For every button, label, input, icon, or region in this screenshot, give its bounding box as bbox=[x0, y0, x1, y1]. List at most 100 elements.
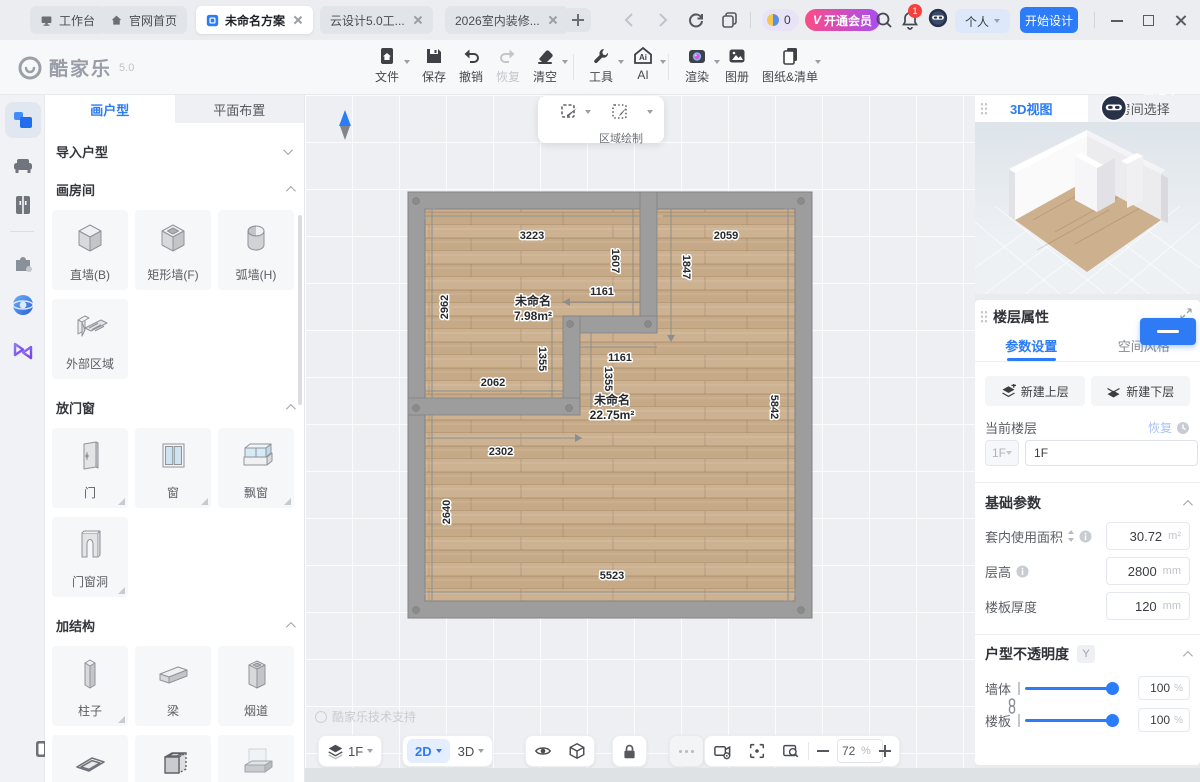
inner-area-input[interactable]: 30.72 m² bbox=[1106, 522, 1190, 550]
module-custom-cabinet[interactable] bbox=[5, 187, 41, 223]
scrollbar[interactable] bbox=[298, 215, 302, 405]
profile-menu[interactable]: 个人 bbox=[955, 9, 1010, 33]
section-import-floorplan[interactable]: 导入户型 bbox=[56, 142, 293, 161]
tools-menu[interactable]: 工具 bbox=[580, 46, 622, 85]
lock-button[interactable] bbox=[613, 736, 646, 766]
tab-3d-view[interactable]: 3D视图 bbox=[975, 95, 1088, 122]
minimize-button[interactable] bbox=[1108, 11, 1126, 29]
notifications-bell[interactable]: 1 bbox=[900, 10, 920, 30]
tool-outer-area[interactable]: 外部区域 bbox=[52, 299, 128, 379]
drag-handle[interactable] bbox=[980, 102, 988, 115]
coin-balance[interactable]: 0 bbox=[762, 9, 799, 31]
tool-bay-platform[interactable]: 飘窗台 bbox=[218, 735, 294, 782]
maximize-button[interactable] bbox=[1140, 11, 1158, 29]
walkthrough-settings-button[interactable] bbox=[705, 736, 740, 766]
tab-flat-layout[interactable]: 平面布置 bbox=[175, 95, 305, 123]
tool-straight-wall[interactable]: 直墙(B) bbox=[52, 210, 128, 290]
tool-column[interactable]: 柱子 bbox=[52, 646, 128, 726]
tab-official-home[interactable]: 官网首页 bbox=[100, 6, 187, 34]
nav-forward-icon[interactable] bbox=[652, 10, 672, 30]
tab-draw-floorplan[interactable]: 画户型 bbox=[45, 95, 175, 123]
redo-button[interactable]: 恢复 bbox=[487, 46, 529, 85]
tab-parameter-settings[interactable]: 参数设置 bbox=[975, 334, 1088, 361]
tool-door[interactable]: 门 bbox=[52, 428, 128, 508]
zoom-level-input[interactable] bbox=[837, 739, 883, 763]
wall-opacity-slider[interactable] bbox=[1025, 687, 1117, 690]
drag-handle[interactable] bbox=[980, 310, 988, 323]
close-window-button[interactable] bbox=[1172, 11, 1190, 29]
module-floorplan[interactable] bbox=[5, 102, 41, 138]
vip-upgrade-button[interactable]: V 开通会员 bbox=[805, 9, 880, 31]
tool-door-window-hole[interactable]: 门窗洞 bbox=[52, 517, 128, 597]
wall-opacity-input[interactable]: 100 % bbox=[1138, 676, 1190, 700]
tool-arc-wall[interactable]: 弧墙(H) bbox=[218, 210, 294, 290]
tab-2026-decoration[interactable]: 2026室内装修... bbox=[445, 6, 568, 34]
panel-collapse-button[interactable] bbox=[1140, 318, 1196, 345]
slab-thickness-input[interactable]: 120 mm bbox=[1106, 592, 1190, 620]
module-plugins[interactable] bbox=[5, 245, 41, 281]
reload-icon[interactable] bbox=[686, 10, 706, 30]
tab-cloud-design[interactable]: 云设计5.0工... bbox=[320, 6, 433, 34]
focus-view-button[interactable] bbox=[740, 736, 774, 766]
render-menu[interactable]: 渲染 bbox=[676, 46, 718, 85]
tab-workspace[interactable]: 工作台 bbox=[30, 6, 105, 34]
floor-height-input[interactable]: 2800 mm bbox=[1106, 557, 1190, 585]
tool-pipe-box[interactable]: 包管 bbox=[135, 735, 211, 782]
drawings-list-menu[interactable]: 图纸&清单 bbox=[757, 46, 823, 85]
assistant-avatar[interactable] bbox=[928, 8, 948, 28]
album-button[interactable]: 图册 bbox=[716, 46, 758, 85]
file-menu[interactable]: 文件 bbox=[366, 46, 408, 85]
tab-unnamed-plan[interactable]: 未命名方案 bbox=[196, 6, 313, 34]
clear-button[interactable]: 清空 bbox=[524, 46, 566, 85]
module-furnish[interactable] bbox=[5, 147, 41, 183]
mode-2d-button[interactable]: 2D bbox=[407, 739, 450, 763]
zoom-out-button[interactable] bbox=[816, 744, 830, 758]
opacity-header[interactable]: 户型不透明度 Y bbox=[985, 644, 1190, 664]
tool-rect-wall[interactable]: 矩形墙(F) bbox=[135, 210, 211, 290]
ai-menu[interactable]: Ai AI bbox=[622, 46, 664, 82]
object-view-button[interactable] bbox=[560, 736, 594, 766]
module-3d-app[interactable] bbox=[5, 287, 41, 323]
save-button[interactable]: 保存 bbox=[413, 46, 455, 85]
undo-button[interactable]: 撤销 bbox=[450, 46, 492, 85]
tool-flue[interactable]: 烟道 bbox=[218, 646, 294, 726]
floor-name-input[interactable] bbox=[1025, 440, 1198, 466]
region-draw-tool[interactable]: 区域绘制 bbox=[599, 102, 643, 146]
section-doors-windows[interactable]: 放门窗 bbox=[56, 398, 293, 417]
section-add-structure[interactable]: 加结构 bbox=[56, 616, 293, 635]
edit-tool[interactable] bbox=[559, 102, 581, 130]
tool-window[interactable]: 窗 bbox=[135, 428, 211, 508]
duplicate-icon[interactable] bbox=[720, 10, 740, 30]
module-purple-app[interactable] bbox=[5, 333, 41, 369]
close-icon[interactable] bbox=[548, 15, 558, 25]
tool-bay-window[interactable]: 飘窗 bbox=[218, 428, 294, 508]
visibility-button[interactable] bbox=[526, 736, 560, 766]
search-icon[interactable] bbox=[874, 10, 894, 30]
new-upper-floor-button[interactable]: 新建上层 bbox=[985, 376, 1085, 406]
basic-params-header[interactable]: 基础参数 bbox=[985, 493, 1190, 513]
zoom-in-button[interactable] bbox=[878, 744, 892, 758]
info-icon[interactable] bbox=[1079, 530, 1092, 543]
new-tab-button[interactable] bbox=[565, 8, 591, 32]
section-draw-room[interactable]: 画房间 bbox=[56, 180, 293, 199]
3d-preview[interactable] bbox=[975, 122, 1200, 294]
tool-beam[interactable]: 梁 bbox=[135, 646, 211, 726]
floor-dropdown[interactable]: 1F bbox=[985, 440, 1019, 466]
tool-opening[interactable]: 洞口 bbox=[52, 735, 128, 782]
sort-arrows-icon[interactable] bbox=[1067, 530, 1075, 542]
floor-plan[interactable]: 3223 2962 1607 1161 1355 2062 2059 1847 … bbox=[305, 95, 975, 782]
mode-3d-button[interactable]: 3D bbox=[450, 736, 493, 766]
slab-opacity-input[interactable]: 100 % bbox=[1138, 708, 1190, 732]
slider-handle[interactable] bbox=[1106, 714, 1119, 727]
more-tools[interactable] bbox=[669, 735, 704, 767]
zoom-region-button[interactable] bbox=[774, 736, 808, 766]
start-design-button[interactable]: 开始设计 bbox=[1020, 7, 1078, 33]
slider-handle[interactable] bbox=[1106, 682, 1119, 695]
close-icon[interactable] bbox=[293, 15, 303, 25]
floor-select[interactable]: 1F bbox=[319, 736, 381, 766]
info-icon[interactable] bbox=[1016, 565, 1029, 578]
new-lower-floor-button[interactable]: 新建下层 bbox=[1091, 376, 1191, 406]
slab-opacity-slider[interactable] bbox=[1025, 719, 1117, 722]
canvas-2d[interactable]: 3223 2962 1607 1161 1355 2062 2059 1847 … bbox=[305, 95, 975, 782]
restore-button[interactable]: 恢复 bbox=[1148, 419, 1190, 436]
